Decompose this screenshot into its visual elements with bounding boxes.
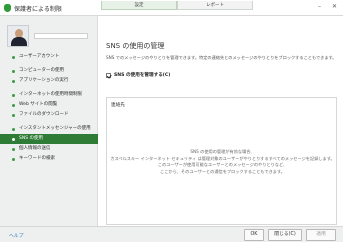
sns-control-checkbox[interactable] — [106, 72, 111, 78]
sidebar-item-label: 個人情報の送信 — [19, 146, 51, 151]
sidebar-item-keyword-search[interactable]: キーワードの検索 — [0, 154, 98, 164]
sidebar-nav-group-2: コンピューターの使用 アプリケーションの実行 — [0, 66, 98, 86]
contacts-empty-message: SNS の使用の管理が有効な場合、 カスペルスキー インターネット セキュリティ… — [107, 149, 338, 175]
bullet-icon — [12, 114, 15, 117]
sidebar-item-label: コンピューターの使用 — [19, 68, 64, 73]
bullet-icon — [12, 56, 15, 59]
username-field — [34, 33, 88, 39]
sidebar-nav-group-3: インターネットの使用時間制限 Web サイトの閲覧 ファイルのダウンロード — [0, 90, 98, 120]
close-button[interactable]: 閉じる(C) — [268, 229, 302, 241]
sidebar-item-label: キーワードの検索 — [19, 156, 55, 161]
tab-settings[interactable]: 設定 — [101, 1, 177, 10]
sidebar-item-internet-time[interactable]: インターネットの使用時間制限 — [0, 90, 98, 100]
sidebar-nav-group-1: ユーザーアカウント — [0, 52, 98, 62]
bullet-icon — [12, 138, 15, 141]
sidebar-item-web-browsing[interactable]: Web サイトの閲覧 — [0, 100, 98, 110]
avatar-body — [11, 37, 27, 46]
avatar — [7, 25, 29, 47]
ok-button[interactable]: OK — [244, 229, 264, 241]
close-icon[interactable]: ✕ — [332, 3, 337, 10]
tab-reports[interactable]: レポート — [177, 1, 253, 10]
sidebar-item-label: ユーザーアカウント — [19, 54, 60, 59]
bullet-icon — [12, 158, 15, 161]
footer: ヘルプ OK 閉じる(C) 適用 — [0, 226, 343, 242]
sns-control-checkbox-row[interactable]: SNS の使用を管理する(C) — [106, 71, 170, 79]
page-description: SNS でのメッセージのやりとりを管理できます。特定の連絡先とのメッセージのやり… — [106, 55, 337, 60]
bullet-icon — [12, 104, 15, 107]
sidebar-item-personal-info[interactable]: 個人情報の送信 — [0, 144, 98, 154]
contacts-label: 連絡先 — [111, 103, 125, 108]
tab-bar: 設定 レポート — [101, 1, 253, 11]
bullet-icon — [12, 80, 15, 83]
apply-button[interactable]: 適用 — [306, 229, 336, 241]
sidebar-item-label: インスタントメッセンジャーの使用 — [19, 126, 91, 131]
sidebar-item-label: インターネットの使用時間制限 — [19, 92, 82, 97]
sidebar-item-file-downloads[interactable]: ファイルのダウンロード — [0, 110, 98, 120]
help-link[interactable]: ヘルプ — [9, 232, 23, 239]
minimize-icon[interactable]: – — [318, 3, 321, 10]
main-panel: SNS の使用の管理 SNS でのメッセージのやりとりを管理できます。特定の連絡… — [100, 16, 343, 226]
bullet-icon — [12, 70, 15, 73]
sidebar-item-computer-use[interactable]: コンピューターの使用 — [0, 66, 98, 76]
sidebar-nav-group-4: インスタントメッセンジャーの使用 SNS の使用 個人情報の送信 キーワードの検… — [0, 124, 98, 164]
page-title: SNS の使用の管理 — [106, 42, 165, 50]
sidebar-item-label: ファイルのダウンロード — [19, 112, 69, 117]
sns-control-label: SNS の使用を管理する(C) — [114, 73, 171, 78]
sidebar-item-label: SNS の使用 — [19, 136, 44, 141]
window-title: 保護者による制限 — [14, 6, 62, 13]
sidebar: ユーザーアカウント コンピューターの使用 アプリケーションの実行 インターネット… — [0, 16, 98, 226]
bullet-icon — [12, 148, 15, 151]
sidebar-item-instant-messenger[interactable]: インスタントメッセンジャーの使用 — [0, 124, 98, 134]
bullet-icon — [12, 128, 15, 131]
contacts-empty-line: ここから、そのユーザーとの通信をブロックすることもできます。 — [160, 168, 285, 174]
sidebar-item-applications[interactable]: アプリケーションの実行 — [0, 76, 98, 86]
bullet-icon — [12, 94, 15, 97]
sidebar-item-label: アプリケーションの実行 — [19, 78, 69, 83]
sidebar-item-user-account[interactable]: ユーザーアカウント — [0, 52, 98, 62]
shield-icon — [4, 4, 11, 12]
contacts-list[interactable]: 連絡先 SNS の使用の管理が有効な場合、 カスペルスキー インターネット セキ… — [106, 97, 337, 225]
sidebar-item-sns[interactable]: SNS の使用 — [0, 134, 98, 144]
sidebar-item-label: Web サイトの閲覧 — [19, 102, 58, 107]
